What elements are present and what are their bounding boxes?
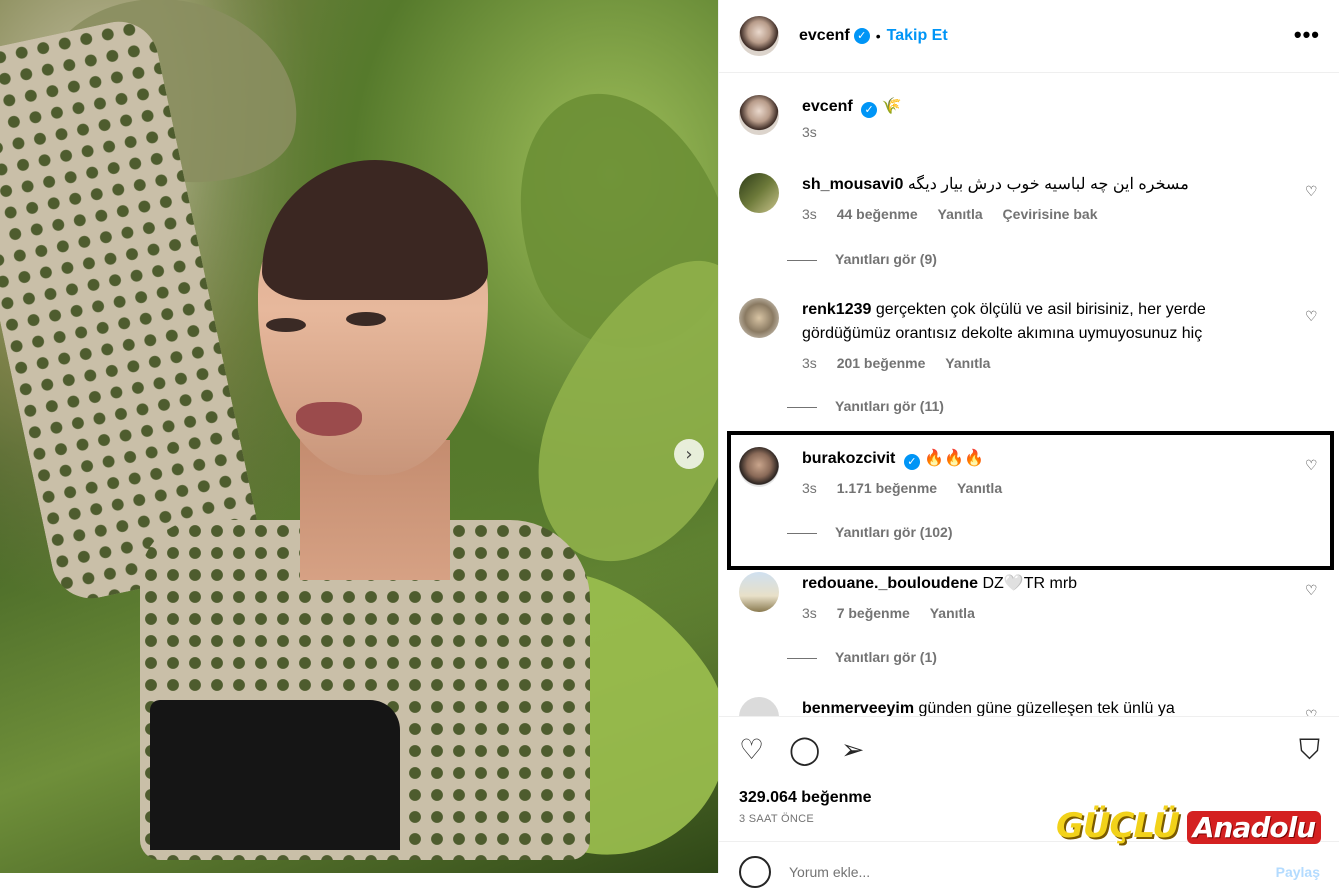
comment-like-icon[interactable]: ♡ — [1305, 185, 1319, 199]
carousel-next-icon[interactable]: › — [674, 439, 704, 469]
post-header: evcenf ✓ • Takip Et ••• — [719, 0, 1339, 73]
comment-text: مسخره این چه لباسیه خوب درش بیار دیگه — [907, 176, 1189, 193]
comment-likes[interactable]: 44 beğenme — [837, 206, 918, 222]
reply-button[interactable]: Yanıtla — [957, 480, 1002, 496]
view-replies-label: Yanıtları gör (11) — [835, 398, 944, 414]
watermark-part2: Anadolu — [1186, 811, 1322, 844]
view-replies-label: Yanıtları gör (1) — [835, 649, 937, 665]
view-replies-label: Yanıtları gör (102) — [835, 524, 953, 540]
lips — [296, 402, 362, 436]
watermark-part1: GÜÇLÜ — [1056, 806, 1180, 846]
share-icon[interactable]: ➢ — [841, 735, 864, 765]
watermark-logo: GÜÇLÜ Anadolu — [1056, 806, 1322, 846]
comment-text: günden güne güzelleşen tek ünlü ya — [918, 700, 1175, 716]
view-replies[interactable]: Yanıtları gör (9) — [787, 251, 937, 267]
verified-icon: ✓ — [903, 454, 920, 470]
comment-text: DZ🤍TR mrb — [982, 575, 1078, 592]
comment-likes[interactable]: 201 beğenme — [837, 355, 926, 371]
avatar[interactable] — [739, 697, 779, 716]
avatar[interactable] — [739, 298, 779, 338]
reply-button[interactable]: Yanıtla — [938, 206, 983, 222]
separator-dot: • — [875, 28, 881, 44]
avatar[interactable] — [739, 173, 779, 213]
header-username[interactable]: evcenf — [799, 27, 850, 45]
comment-likes[interactable]: 7 beğenme — [837, 605, 910, 621]
post-photo[interactable]: › — [0, 0, 718, 873]
comment-input[interactable]: Yorum ekle... — [789, 864, 870, 880]
view-replies-label: Yanıtları gör (9) — [835, 251, 937, 267]
comment-time[interactable]: 3s — [802, 355, 817, 371]
view-replies[interactable]: Yanıtları gör (11) — [787, 398, 944, 414]
verified-icon: ✓ — [853, 28, 870, 44]
post-actions: ♡ ◯ ➢ ⛉ 329.064 beğenme 3 SAAT ÖNCE Yoru… — [719, 716, 1339, 888]
avatar[interactable] — [739, 447, 779, 487]
more-options-icon[interactable]: ••• — [1294, 22, 1320, 48]
reply-button[interactable]: Yanıtla — [930, 605, 975, 621]
post-comment-button[interactable]: Paylaş — [1276, 864, 1320, 880]
reply-button[interactable]: Yanıtla — [945, 355, 990, 371]
comment-time[interactable]: 3s — [802, 480, 817, 496]
comment-username[interactable]: renk1239 — [802, 301, 871, 318]
avatar[interactable] — [739, 572, 779, 612]
bookmark-icon[interactable]: ⛉ — [1299, 735, 1320, 765]
comment-time[interactable]: 3s — [802, 206, 817, 222]
comment-icon[interactable]: ◯ — [789, 735, 820, 765]
comment-time[interactable]: 3s — [802, 605, 817, 621]
view-replies[interactable]: Yanıtları gör (1) — [787, 649, 937, 665]
comment-like-icon[interactable]: ♡ — [1305, 310, 1319, 324]
comment-username[interactable]: benmerveeyim — [802, 700, 914, 716]
caption-time[interactable]: 3s — [802, 124, 817, 140]
verified-icon: ✓ — [861, 102, 878, 118]
like-icon[interactable]: ♡ — [739, 735, 764, 765]
eye-left — [266, 318, 306, 332]
comment-likes[interactable]: 1.171 beğenme — [837, 480, 937, 496]
comment-like-icon[interactable]: ♡ — [1305, 709, 1319, 716]
comment-username[interactable]: redouane._bouloudene — [802, 575, 978, 592]
hair — [262, 160, 488, 300]
avatar[interactable] — [739, 16, 779, 56]
emoji-icon[interactable] — [739, 856, 771, 888]
avatar[interactable] — [739, 95, 779, 135]
comment-like-icon[interactable]: ♡ — [1305, 584, 1319, 598]
add-comment-bar: Yorum ekle... Paylaş — [719, 841, 1339, 888]
comment-username[interactable]: sh_mousavi0 — [802, 176, 903, 193]
comments-list[interactable]: evcenf ✓ 🌾 3s sh_mousavi0 مسخره این چه ل… — [719, 73, 1339, 716]
eye-right — [346, 312, 386, 326]
translate-button[interactable]: Çevirisine bak — [1003, 206, 1098, 222]
caption-username[interactable]: evcenf — [802, 98, 853, 115]
follow-button[interactable]: Takip Et — [887, 27, 948, 45]
caption-emoji: 🌾 — [881, 98, 902, 115]
comment-username[interactable]: burakozcivit — [802, 450, 895, 467]
post-time[interactable]: 3 SAAT ÖNCE — [739, 813, 814, 825]
view-replies[interactable]: Yanıtları gör (102) — [787, 524, 952, 540]
black-top — [150, 700, 400, 850]
post-panel: evcenf ✓ • Takip Et ••• evcenf ✓ 🌾 3s sh… — [718, 0, 1339, 888]
comment-like-icon[interactable]: ♡ — [1305, 459, 1319, 473]
likes-count[interactable]: 329.064 beğenme — [739, 789, 872, 807]
comment-text: 🔥🔥🔥 — [924, 450, 985, 467]
